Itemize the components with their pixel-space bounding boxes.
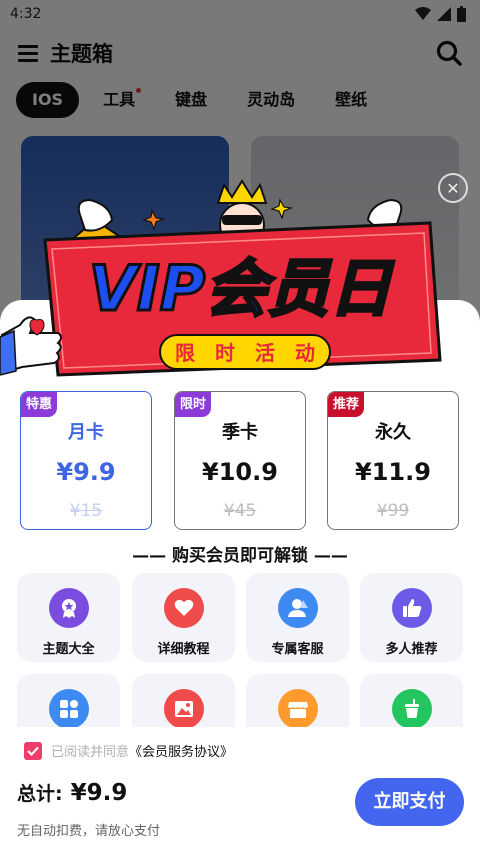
agreement-text: 已阅读并同意 (51, 745, 130, 760)
store-icon (277, 689, 318, 729)
plan-old-price: ¥99 (376, 501, 410, 521)
thumbs-up-icon (391, 588, 432, 628)
plan-name: 永久 (375, 422, 411, 443)
feature-tutorial[interactable]: 详细教程 (132, 573, 235, 662)
plan-card-monthly[interactable]: 特惠 月卡 ¥9.9 ¥15 (20, 391, 152, 530)
heart-icon (163, 588, 204, 628)
banner-subtitle-char: 动 (295, 341, 315, 365)
total-value: ¥9.9 (70, 780, 128, 806)
vip-banner: VIP会员日 限 时 活 动 (0, 179, 442, 377)
feature-support[interactable]: 专属客服 (246, 573, 349, 662)
plan-card-lifetime[interactable]: 推荐 永久 ¥11.9 ¥99 (327, 391, 459, 530)
image-icon (163, 689, 204, 729)
cup-icon (391, 689, 432, 729)
plan-badge: 限时 (175, 392, 212, 417)
feature-label: 多人推荐 (385, 642, 438, 657)
banner-title: VIP会员日 (89, 252, 394, 325)
banner-subtitle-char: 时 (215, 341, 235, 365)
plan-price: ¥9.9 (56, 458, 116, 486)
feature-label: 主题大全 (42, 642, 95, 657)
banner-subtitle-char: 活 (255, 341, 275, 365)
plan-badge: 推荐 (328, 392, 365, 417)
pay-now-button[interactable]: 立即支付 (355, 778, 464, 826)
banner-subtitle-char: 限 (175, 341, 195, 365)
plan-name: 季卡 (222, 422, 258, 443)
check-icon (27, 746, 39, 756)
plan-old-price: ¥45 (223, 501, 257, 521)
feature-label: 详细教程 (157, 642, 210, 657)
payment-footer: 已阅读并同意 《会员服务协议》 总计: ¥9.9 无自动扣费，请放心支付 立即支… (0, 727, 480, 853)
plan-list: 特惠 月卡 ¥9.9 ¥15 限时 季卡 ¥10.9 ¥45 推荐 永久 ¥11… (20, 391, 460, 531)
plan-card-quarterly[interactable]: 限时 季卡 ¥10.9 ¥45 (174, 391, 306, 530)
user-icon (277, 588, 318, 628)
agreement-link[interactable]: 《会员服务协议》 (129, 741, 233, 760)
grid-icon (48, 689, 89, 729)
no-auto-deduct-note: 无自动扣费，请放心支付 (17, 824, 161, 839)
plan-price: ¥11.9 (355, 458, 431, 486)
feature-recommend[interactable]: 多人推荐 (360, 573, 463, 662)
agreement-checkbox[interactable] (24, 741, 42, 760)
feature-label: 专属客服 (271, 642, 324, 657)
plan-name: 月卡 (68, 422, 104, 443)
plan-price: ¥10.9 (202, 458, 278, 486)
plan-badge: 特惠 (21, 392, 58, 417)
unlock-title: —— 购买会员即可解锁 —— (132, 546, 348, 566)
feature-themes[interactable]: 主题大全 (17, 573, 120, 662)
agreement-row: 已阅读并同意 《会员服务协议》 (24, 741, 233, 760)
plan-old-price: ¥15 (69, 501, 103, 521)
award-icon (48, 588, 89, 628)
total-label: 总计: (17, 783, 63, 805)
total-price: 总计: ¥9.9 (17, 779, 127, 806)
